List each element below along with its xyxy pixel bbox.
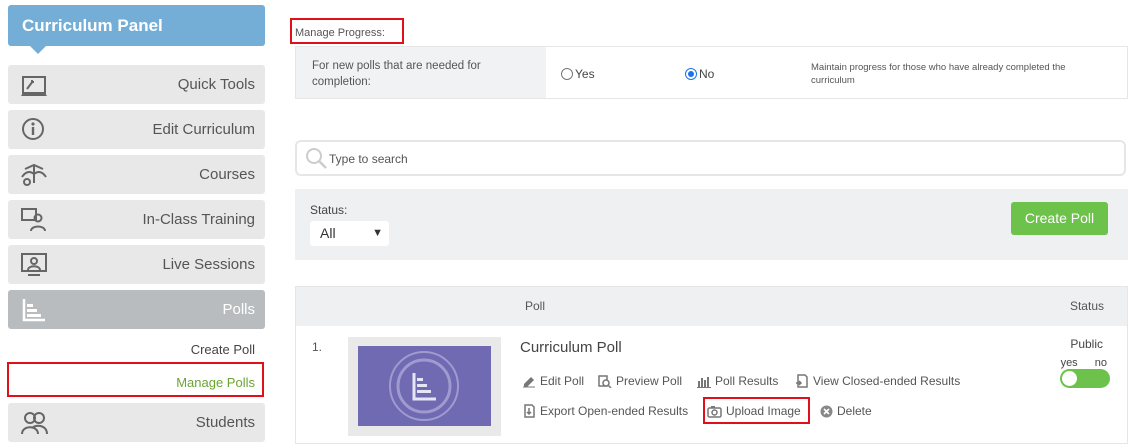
upload-image-highlight-box xyxy=(703,397,810,424)
column-header-status: Status xyxy=(1069,299,1104,313)
sidebar-item-label: Courses xyxy=(199,166,255,183)
document-arrow-icon xyxy=(796,374,808,388)
sidebar-item-label: Edit Curriculum xyxy=(152,121,255,138)
poll-results-action[interactable]: Poll Results xyxy=(697,374,778,388)
poll-image xyxy=(358,346,491,426)
preview-icon xyxy=(598,374,612,388)
radio-yes[interactable]: Yes xyxy=(561,67,595,81)
sidebar-item-label: Students xyxy=(195,414,255,431)
delete-icon xyxy=(820,405,833,417)
view-closed-ended-results-action[interactable]: View Closed-ended Results xyxy=(795,374,960,388)
preview-poll-action[interactable]: Preview Poll xyxy=(598,374,682,388)
toggle-knob xyxy=(1062,371,1077,386)
delete-label: Delete xyxy=(837,404,872,418)
column-header-poll: Poll xyxy=(525,299,546,313)
radio-no-dot[interactable] xyxy=(685,68,697,80)
radio-yes-dot[interactable] xyxy=(561,68,573,80)
toggle-no-label: no xyxy=(1094,357,1107,369)
radio-no[interactable]: No xyxy=(685,67,714,81)
progress-question: For new polls that are needed for comple… xyxy=(296,47,546,98)
chevron-down-icon: ▼ xyxy=(372,227,383,239)
toggle-yes-label: yes xyxy=(1060,357,1078,369)
edit-icon xyxy=(523,376,535,387)
status-select-value: All xyxy=(320,225,336,241)
search-icon xyxy=(305,147,329,171)
search-input[interactable] xyxy=(329,149,1109,169)
export-open-ended-results-label: Export Open-ended Results xyxy=(540,404,689,418)
manage-progress-row: For new polls that are needed for comple… xyxy=(295,46,1128,99)
sidebar-item-live-sessions[interactable]: Live Sessions xyxy=(8,245,265,284)
courses-icon xyxy=(20,161,48,188)
manage-polls-highlight-box xyxy=(7,362,264,397)
radio-yes-label: Yes xyxy=(575,67,595,81)
polls-icon xyxy=(20,296,48,323)
export-open-ended-results-action[interactable]: Export Open-ended Results xyxy=(522,404,688,418)
quick-tools-icon xyxy=(20,71,48,98)
sidebar-subitem-create-poll[interactable]: Create Poll xyxy=(191,342,255,357)
status-toggle-labels: yes no xyxy=(1061,357,1107,369)
students-icon xyxy=(20,409,48,436)
table-header: Poll Status xyxy=(296,287,1127,326)
radio-no-label: No xyxy=(699,67,715,81)
curriculum-sidebar: Curriculum Panel Quick Tools Edit Curric… xyxy=(7,5,265,442)
edit-poll-label: Edit Poll xyxy=(540,374,585,388)
results-chart-icon xyxy=(697,376,711,388)
delete-action[interactable]: Delete xyxy=(820,404,872,418)
live-sessions-icon xyxy=(20,251,48,278)
status-filter-label: Status: xyxy=(310,203,348,217)
status-select[interactable]: All ▼ xyxy=(310,221,389,246)
search-bar[interactable] xyxy=(295,140,1126,176)
sidebar-item-courses[interactable]: Courses xyxy=(8,155,265,194)
curriculum-panel-header: Curriculum Panel xyxy=(8,5,265,54)
sidebar-item-quick-tools[interactable]: Quick Tools xyxy=(8,65,265,104)
in-class-training-icon xyxy=(20,206,48,233)
poll-results-label: Poll Results xyxy=(715,374,779,388)
poll-thumbnail xyxy=(348,337,501,436)
edit-poll-action[interactable]: Edit Poll xyxy=(522,374,584,388)
sidebar-item-polls[interactable]: Polls xyxy=(8,290,265,329)
sidebar-item-label: In-Class Training xyxy=(142,211,255,228)
polls-table: Poll Status 1. Curriculum Poll Edit Poll xyxy=(295,286,1128,444)
sidebar-item-label: Polls xyxy=(222,301,255,318)
sidebar-item-students[interactable]: Students xyxy=(8,403,265,442)
manage-progress-highlight-box xyxy=(290,18,404,44)
sidebar-item-label: Live Sessions xyxy=(162,256,255,273)
filter-bar: Status: All ▼ Create Poll xyxy=(295,189,1128,260)
export-icon xyxy=(524,404,535,418)
row-number: 1. xyxy=(312,340,323,354)
create-poll-button[interactable]: Create Poll xyxy=(1011,202,1108,235)
info-icon xyxy=(20,116,48,143)
poll-title[interactable]: Curriculum Poll xyxy=(520,339,622,356)
sidebar-item-in-class-training[interactable]: In-Class Training xyxy=(8,200,265,239)
sidebar-item-label: Quick Tools xyxy=(177,76,255,93)
sidebar-item-edit-curriculum[interactable]: Edit Curriculum xyxy=(8,110,265,149)
progress-note: Maintain progress for those who have alr… xyxy=(811,62,1066,86)
status-public: Public xyxy=(1070,337,1103,351)
preview-poll-label: Preview Poll xyxy=(616,374,683,388)
view-closed-ended-results-label: View Closed-ended Results xyxy=(813,374,961,388)
status-toggle[interactable] xyxy=(1060,369,1110,388)
